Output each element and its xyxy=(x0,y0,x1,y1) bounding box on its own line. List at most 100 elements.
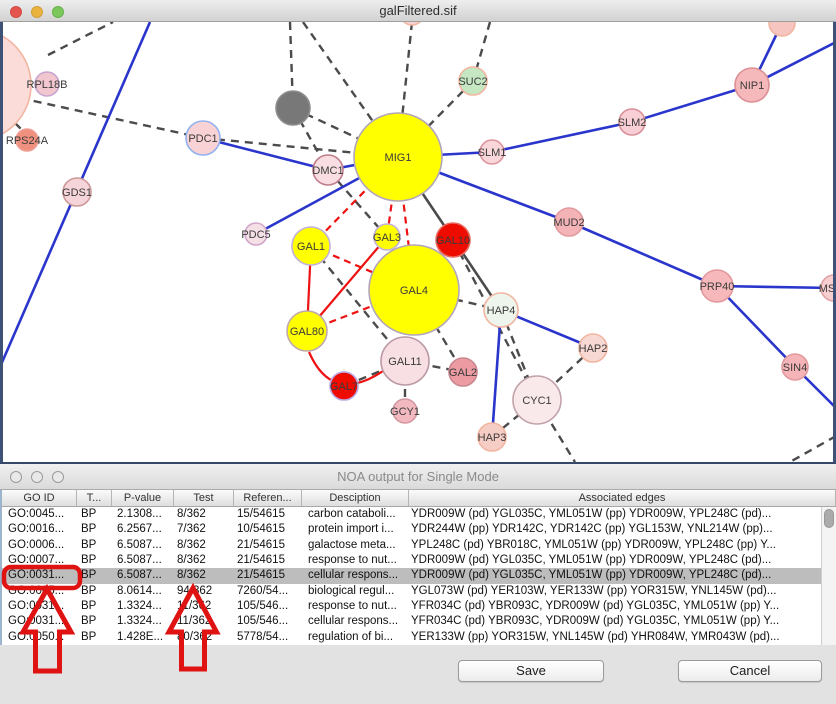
edge-gray-dash[interactable] xyxy=(790,436,836,462)
node-RPS24A[interactable]: RPS24A xyxy=(6,129,49,151)
node-label: GAL4 xyxy=(400,285,428,297)
cell-edges: YFR034C (pd) YBR093C, YDR009W (pd) YGL03… xyxy=(409,614,836,629)
cell-p_value: 2.1308... xyxy=(112,507,174,522)
cell-reference: 21/54615 xyxy=(234,538,302,553)
node-GAL11[interactable]: GAL11 xyxy=(381,337,429,385)
cell-description: response to nut... xyxy=(302,599,409,614)
network-canvas[interactable]: RPL18B RPS24A PDC1 GDS1 DMC1 MIG1 SUC2 SLM1 SLM2… xyxy=(0,22,836,462)
cell-test: 8/362 xyxy=(174,507,234,522)
edge-gray-dash[interactable] xyxy=(48,22,113,55)
output-titlebar[interactable]: NOA output for Single Mode xyxy=(0,464,836,490)
node-top-node[interactable] xyxy=(400,22,424,25)
node-label: GAL80 xyxy=(290,326,324,338)
cell-description: biological regul... xyxy=(302,584,409,599)
table-row[interactable]: GO:0065...BP8.0614...94/3627260/54...bio… xyxy=(2,584,836,599)
column-header-go_id[interactable]: GO ID xyxy=(2,490,77,506)
edge-blue[interactable] xyxy=(717,286,795,367)
edge-blue[interactable] xyxy=(203,138,328,170)
node-DMC1[interactable]: DMC1 xyxy=(312,155,343,185)
column-header-test[interactable]: Test xyxy=(174,490,234,506)
cell-edges: YFR034C (pd) YBR093C, YDR009W (pd) YGL03… xyxy=(409,599,836,614)
column-header-reference[interactable]: Referen... xyxy=(234,490,302,506)
node-GAL3[interactable]: GAL3 xyxy=(373,224,401,250)
table-body: GO:0045...BP2.1308...8/36215/54615carbon… xyxy=(0,507,836,645)
node-GDS1[interactable]: GDS1 xyxy=(62,178,92,206)
table-row[interactable]: GO:0045...BP2.1308...8/36215/54615carbon… xyxy=(2,507,836,522)
node-SIN4[interactable]: SIN4 xyxy=(782,354,808,380)
cell-p_value: 6.2567... xyxy=(112,522,174,537)
network-window-title: galFiltered.sif xyxy=(0,0,836,22)
edge-blue[interactable] xyxy=(632,85,752,122)
node-PDC5[interactable]: PDC5 xyxy=(241,223,270,245)
cell-test: 7/362 xyxy=(174,522,234,537)
column-header-description[interactable]: Desciption xyxy=(302,490,409,506)
node-GCY1[interactable]: GCY1 xyxy=(390,399,420,423)
node-gray-node[interactable] xyxy=(276,91,310,125)
cell-p_value: 6.5087... xyxy=(112,538,174,553)
node-SUC2[interactable]: SUC2 xyxy=(458,67,487,95)
node-label: GAL10 xyxy=(436,235,470,247)
node-CYC1[interactable]: CYC1 xyxy=(513,376,561,424)
screen: galFiltered.sif RPL18B RPS24A PDC1 GDS1 DMC1… xyxy=(0,0,836,704)
node-SLM2[interactable]: SLM2 xyxy=(618,109,647,135)
cell-type: BP xyxy=(77,507,112,522)
node-HAP2[interactable]: HAP2 xyxy=(579,334,608,362)
cell-reference: 10/54615 xyxy=(234,522,302,537)
node-MUD2[interactable]: MUD2 xyxy=(553,208,584,236)
output-window-title: NOA output for Single Mode xyxy=(0,464,836,490)
table-row[interactable]: GO:0006...BP6.5087...8/36221/54615galact… xyxy=(2,538,836,553)
table-row[interactable]: GO:0050...BP1.428E...80/3625778/54...reg… xyxy=(2,630,836,645)
node-GAL80[interactable]: GAL80 xyxy=(287,311,327,351)
cell-type: BP xyxy=(77,522,112,537)
node-label: MUD2 xyxy=(553,217,584,229)
node-PRP40[interactable]: PRP40 xyxy=(700,270,735,302)
node-label: HAP3 xyxy=(478,432,507,444)
cell-type: BP xyxy=(77,630,112,645)
node-GAL1[interactable]: GAL1 xyxy=(292,227,330,265)
edge-gray-dash[interactable] xyxy=(20,98,203,138)
column-header-edges[interactable]: Associated edges xyxy=(409,490,836,506)
scrollbar-thumb[interactable] xyxy=(824,509,834,528)
node-MIG1[interactable]: MIG1 xyxy=(354,113,442,201)
cell-reference: 7260/54... xyxy=(234,584,302,599)
cell-test: 11/362 xyxy=(174,599,234,614)
node-HAP3[interactable]: HAP3 xyxy=(478,423,507,451)
table-row[interactable]: GO:0031...BP1.3324...11/362105/546...cel… xyxy=(2,614,836,629)
column-header-type[interactable]: T... xyxy=(77,490,112,506)
table-rows: GO:0045...BP2.1308...8/36215/54615carbon… xyxy=(2,507,836,645)
node-GAL7[interactable]: GAL7 xyxy=(330,372,358,400)
cell-p_value: 1.3324... xyxy=(112,614,174,629)
column-header-p_value[interactable]: P-value xyxy=(112,490,174,506)
cell-p_value: 8.0614... xyxy=(112,584,174,599)
table-row[interactable]: GO:0016...BP6.2567...7/36210/54615protei… xyxy=(2,522,836,537)
node-NIP1[interactable]: NIP1 xyxy=(735,68,769,102)
node-GAL4[interactable]: GAL4 xyxy=(369,245,459,335)
network-titlebar[interactable]: galFiltered.sif xyxy=(0,0,836,22)
table-row[interactable]: GO:0031...BP6.5087...8/36221/54615cellul… xyxy=(2,568,836,583)
edge-blue[interactable] xyxy=(492,122,632,152)
node-SLM1[interactable]: SLM1 xyxy=(478,140,507,164)
cell-go_id: GO:0065... xyxy=(2,584,77,599)
edge-blue[interactable] xyxy=(569,222,717,286)
node-GAL2[interactable]: GAL2 xyxy=(449,358,477,386)
node-top-right-node[interactable] xyxy=(769,22,795,36)
edge-blue[interactable] xyxy=(492,310,501,437)
node-label: GAL1 xyxy=(297,241,325,253)
cell-test: 11/362 xyxy=(174,614,234,629)
node-PDC1[interactable]: PDC1 xyxy=(186,121,220,155)
table-row[interactable]: GO:0007...BP6.5087...8/36221/54615respon… xyxy=(2,553,836,568)
noa-output-window: NOA output for Single Mode GO IDT...P-va… xyxy=(0,462,836,704)
cancel-button[interactable]: Cancel xyxy=(678,660,822,682)
node-GAL10[interactable]: GAL10 xyxy=(436,223,470,257)
node-HAP4[interactable]: HAP4 xyxy=(484,293,518,327)
edge-blue[interactable] xyxy=(717,286,834,288)
table-row[interactable]: GO:0031...BP1.3324...11/362105/546...res… xyxy=(2,599,836,614)
cell-edges: YDR009W (pd) YGL035C, YML051W (pp) YDR00… xyxy=(409,553,836,568)
cell-reference: 21/54615 xyxy=(234,568,302,583)
node-label: RPS24A xyxy=(6,135,49,147)
save-button[interactable]: Save xyxy=(458,660,604,682)
cell-description: regulation of bi... xyxy=(302,630,409,645)
node-RPL18B[interactable]: RPL18B xyxy=(27,72,68,96)
node-label: DMC1 xyxy=(312,165,343,177)
vertical-scrollbar[interactable] xyxy=(821,507,836,645)
